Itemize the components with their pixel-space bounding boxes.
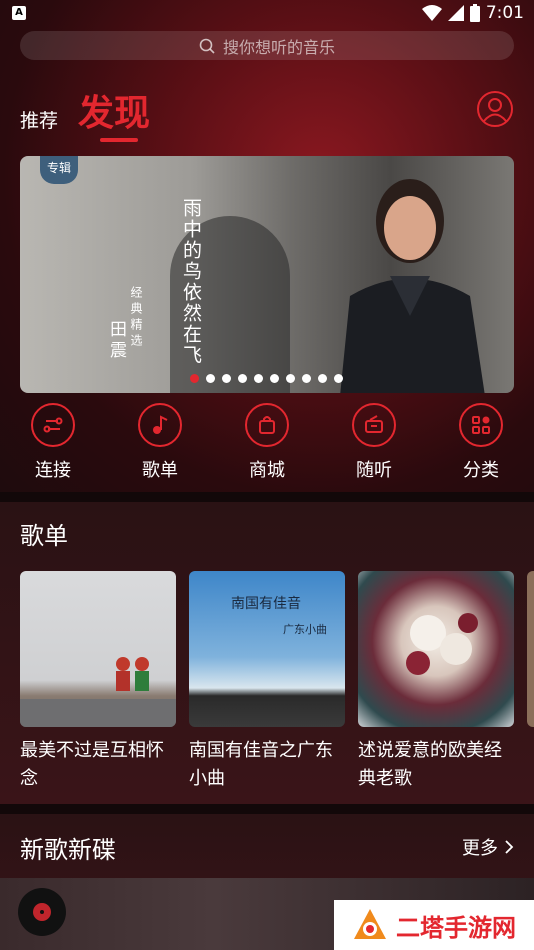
watermark-text: 二塔手游网 (396, 913, 516, 942)
tab-discover[interactable]: 发现 (78, 84, 150, 136)
status-time: 7:01 (485, 3, 524, 23)
cover-text-small: 广东小曲 (283, 623, 327, 636)
playlist-cover (527, 571, 534, 727)
active-tab-indicator (100, 138, 138, 142)
search-icon (199, 38, 215, 54)
quick-actions: 连接 歌单 商城 随听 分类 (0, 400, 534, 484)
carousel-dot[interactable] (302, 374, 311, 383)
banner-badge: 专辑 (40, 156, 78, 184)
playlist-card[interactable]: 最美不过是互相怀念 (20, 571, 176, 793)
link-icon (43, 417, 63, 433)
carousel-dot[interactable] (318, 374, 327, 383)
quick-action-radio[interactable]: 随听 (334, 400, 414, 482)
quick-action-label: 连接 (35, 460, 71, 481)
playlist-name: 南国有佳音之广东小曲 (189, 740, 333, 789)
wifi-icon (421, 5, 442, 21)
playlist-cover: 南国有佳音 广东小曲 (189, 571, 345, 727)
section-title: 新歌新碟 (20, 836, 116, 864)
section-divider (0, 804, 534, 814)
more-button[interactable]: 更多 (462, 834, 514, 860)
banner-artist-photo (340, 179, 485, 393)
cover-text-main: 南国有佳音 (231, 596, 301, 612)
carousel-dot[interactable] (222, 374, 231, 383)
playlist-cover (358, 571, 514, 727)
quick-action-label: 歌单 (142, 460, 178, 481)
search-placeholder: 搜你想听的音乐 (222, 37, 335, 57)
radio-icon (365, 415, 383, 433)
banner-carousel[interactable]: 专辑 雨中的鸟依然在飞 经典精选 田震 (20, 156, 514, 393)
quick-action-store[interactable]: 商城 (227, 400, 307, 482)
battery-icon (469, 4, 480, 22)
category-grid-icon (472, 416, 490, 434)
playlist-name: 述说爱意的欧美经典老歌 (358, 740, 502, 789)
quick-action-category[interactable]: 分类 (441, 400, 521, 482)
quick-action-connect[interactable]: 连接 (13, 400, 93, 482)
playlist-card[interactable]: 南国有佳音 广东小曲 南国有佳音之广东小曲 (189, 571, 345, 793)
banner-artist: 田震 (106, 320, 126, 362)
carousel-indicator (190, 374, 343, 383)
playlist-card[interactable]: 述说爱意的欧美经典老歌 (358, 571, 514, 793)
carousel-dot[interactable] (254, 374, 263, 383)
chevron-right-icon (505, 840, 514, 854)
vinyl-record-icon (18, 888, 66, 936)
music-note-icon (153, 415, 168, 434)
section-title: 歌单 (20, 522, 68, 550)
playlist-section: 歌单 最美不过是互相怀念 南国有佳音 广东小曲 南国有佳音之广东小曲 述说爱意的… (0, 502, 534, 804)
notification-icon: A (12, 6, 26, 20)
banner-subtitle: 经典精选 (129, 286, 143, 350)
quick-action-label: 分类 (463, 460, 499, 481)
carousel-dot[interactable] (206, 374, 215, 383)
carousel-dot[interactable] (190, 374, 199, 383)
carousel-dot[interactable] (238, 374, 247, 383)
top-tabs: 推荐 发现 (20, 84, 514, 144)
carousel-dot[interactable] (270, 374, 279, 383)
playlist-card-partial[interactable] (527, 571, 534, 727)
signal-icon (447, 5, 464, 21)
carousel-dot[interactable] (334, 374, 343, 383)
watermark: 二塔手游网 (334, 900, 534, 950)
tab-recommend[interactable]: 推荐 (20, 106, 58, 133)
search-bar[interactable]: 搜你想听的音乐 (20, 31, 514, 60)
playlist-name: 最美不过是互相怀念 (20, 740, 164, 789)
section-divider (0, 492, 534, 502)
quick-action-label: 随听 (356, 460, 392, 481)
playlist-cover (20, 571, 176, 727)
watermark-logo-icon (354, 909, 386, 939)
quick-action-playlist[interactable]: 歌单 (120, 400, 200, 482)
quick-action-label: 商城 (249, 460, 285, 481)
user-profile-icon[interactable] (476, 90, 514, 128)
more-label: 更多 (462, 838, 498, 859)
status-bar: A 7:01 (0, 0, 534, 28)
banner-title: 雨中的鸟依然在飞 (180, 198, 202, 366)
carousel-dot[interactable] (286, 374, 295, 383)
shopping-bag-icon (259, 416, 275, 434)
